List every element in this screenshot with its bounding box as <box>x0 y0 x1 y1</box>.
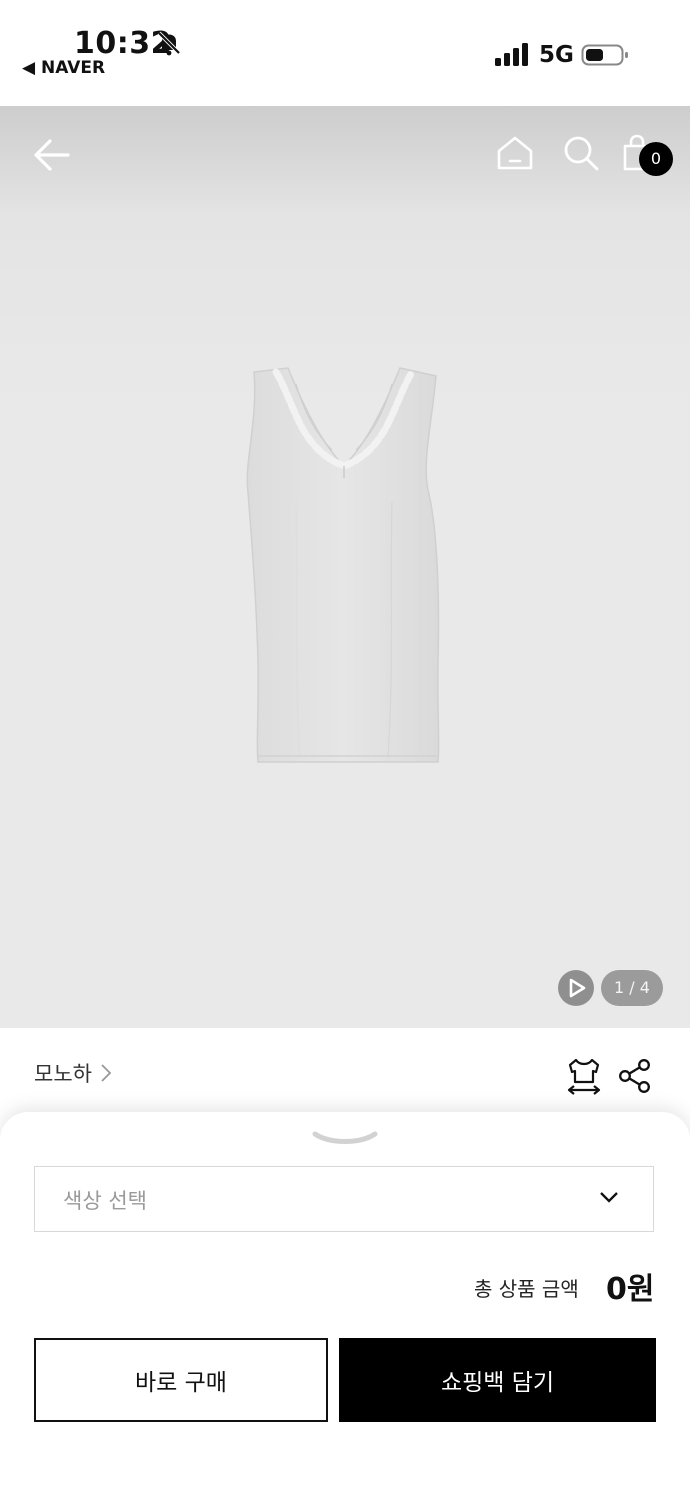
signal-icon <box>495 43 528 66</box>
bell-slash-icon <box>157 31 181 56</box>
color-select-placeholder: 색상 선택 <box>63 1189 147 1213</box>
color-select[interactable]: 색상 선택 <box>34 1166 654 1232</box>
purchase-bottom-sheet: 색상 선택 총 상품 금액 0원 바로 구매 쇼핑백 담기 <box>0 1112 690 1500</box>
network-type: 5G <box>539 42 574 68</box>
size-guide-icon[interactable] <box>564 1056 604 1096</box>
share-icon[interactable] <box>618 1058 652 1094</box>
back-arrow-icon[interactable] <box>30 134 72 176</box>
sheet-handle[interactable] <box>312 1128 378 1148</box>
add-to-bag-button[interactable]: 쇼핑백 담기 <box>339 1338 656 1422</box>
search-icon[interactable] <box>562 134 600 172</box>
product-image-gallery[interactable]: 0 1 / 4 <box>0 106 690 1028</box>
battery-icon <box>581 44 628 66</box>
status-bar: 10:32 ◀ NAVER 5G <box>0 0 690 106</box>
back-to-app-link[interactable]: ◀ NAVER <box>22 58 105 78</box>
bag-count-badge: 0 <box>639 142 673 176</box>
buy-now-button[interactable]: 바로 구매 <box>34 1338 328 1422</box>
brand-row: 모노하 <box>0 1028 690 1118</box>
chevron-down-icon <box>600 1192 618 1203</box>
total-price-label: 총 상품 금액 <box>474 1277 579 1301</box>
video-play-button[interactable] <box>558 970 594 1006</box>
play-icon <box>569 978 586 998</box>
product-image <box>246 367 440 763</box>
brand-link[interactable]: 모노하 <box>34 1058 112 1088</box>
total-price-value: 0원 <box>606 1272 655 1307</box>
home-icon[interactable] <box>496 134 534 172</box>
chevron-right-icon <box>101 1064 112 1082</box>
image-counter: 1 / 4 <box>601 970 663 1006</box>
brand-name: 모노하 <box>34 1062 92 1086</box>
